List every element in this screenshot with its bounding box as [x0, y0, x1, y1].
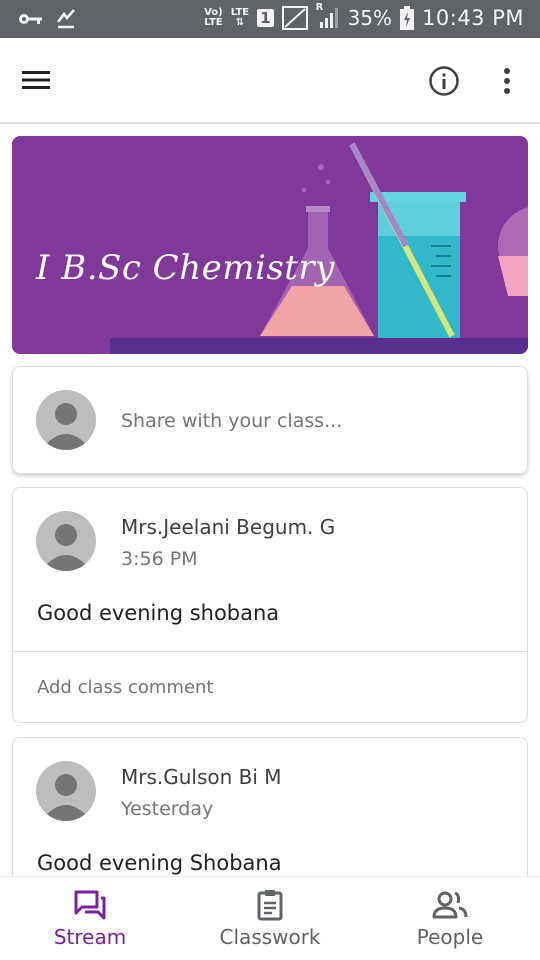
tab-stream[interactable]: Stream	[10, 889, 170, 949]
stream-icon	[74, 890, 106, 920]
bottom-navigation: Stream Classwork People	[0, 876, 540, 960]
tab-people[interactable]: People	[370, 889, 530, 949]
more-options-button[interactable]	[496, 65, 518, 97]
announcement-card: Mrs.Jeelani Begum. G 3:56 PM Good evenin…	[12, 487, 528, 723]
class-info-button[interactable]	[428, 65, 460, 97]
battery-percent: 35%	[347, 6, 393, 30]
chemistry-illustration	[110, 142, 528, 354]
tab-classwork[interactable]: Classwork	[190, 889, 350, 949]
clock: 10:43 PM	[422, 6, 524, 30]
user-avatar	[36, 390, 96, 450]
person-avatar-icon	[46, 403, 86, 450]
classwork-icon	[257, 890, 283, 921]
post-time: Yesterday	[121, 798, 214, 820]
share-with-class-card[interactable]: Share with your class...	[12, 366, 528, 474]
divider	[13, 651, 527, 652]
menu-button[interactable]	[20, 66, 52, 94]
share-placeholder: Share with your class...	[121, 410, 343, 432]
author-avatar	[36, 511, 96, 571]
status-left-icons	[18, 8, 78, 30]
person-avatar-icon	[46, 774, 86, 821]
people-icon	[432, 891, 468, 919]
class-banner[interactable]: I B.Sc Chemistry	[12, 136, 528, 354]
author-name: Mrs.Gulson Bi M	[121, 765, 282, 789]
battery-charging-icon	[400, 6, 415, 30]
sim-slot-badge: 1	[257, 9, 274, 27]
hamburger-menu-icon	[22, 71, 50, 89]
author-name: Mrs.Jeelani Begum. G	[121, 515, 336, 539]
person-avatar-icon	[46, 524, 86, 571]
app-bar	[0, 38, 540, 124]
status-bar: Vo) LTE LTE ⇅ 1 R 35% 10:43 PM	[0, 0, 540, 38]
more-vert-icon	[504, 68, 510, 94]
status-right-icons: Vo) LTE LTE ⇅ 1 R 35% 10:43 PM	[204, 2, 524, 30]
author-avatar	[36, 761, 96, 821]
info-icon	[429, 66, 459, 96]
key-icon	[19, 14, 42, 24]
signal-icon: R	[316, 2, 340, 30]
add-class-comment-link[interactable]: Add class comment	[37, 677, 214, 698]
post-text: Good evening Shobana	[37, 851, 282, 875]
volte-indicator: Vo) LTE	[204, 7, 223, 28]
post-time: 3:56 PM	[121, 548, 198, 570]
data-transfer-icon	[57, 9, 75, 29]
post-text: Good evening shobana	[37, 601, 280, 625]
class-title: I B.Sc Chemistry	[36, 248, 335, 288]
no-signal-icon	[281, 6, 308, 30]
tab-stream-label: Stream	[53, 925, 127, 949]
tab-classwork-label: Classwork	[219, 925, 321, 949]
tab-people-label: People	[416, 925, 484, 949]
lte-indicator: LTE ⇅	[230, 7, 250, 28]
